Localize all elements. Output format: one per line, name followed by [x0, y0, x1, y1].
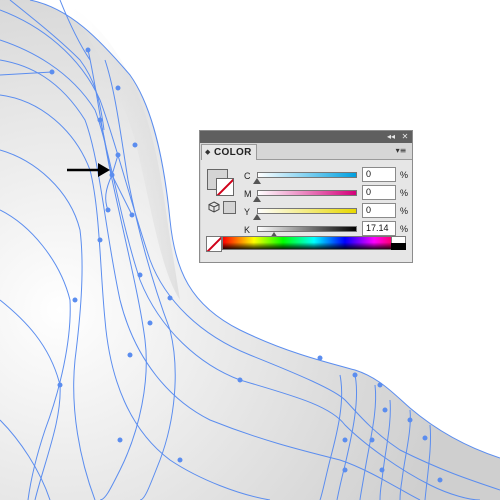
channel-label: M [244, 189, 252, 199]
none-color-swatch[interactable] [206, 236, 222, 252]
channel-slider-track[interactable] [257, 190, 357, 196]
panel-menu-icon[interactable]: ▾≡ [394, 146, 408, 156]
color-panel[interactable]: ◂◂ ✕ ◆ COLOR ▾≡ C 0% M 0% Y 0% K 17.14% [199, 130, 413, 263]
channel-label: C [244, 171, 251, 181]
color-panel-body: C 0% M 0% Y 0% K 17.14% [201, 160, 412, 262]
tab-toggle-icon[interactable]: ◆ [205, 145, 210, 160]
channel-value-input[interactable]: 0 [362, 203, 396, 218]
tab-color[interactable]: ◆ COLOR [201, 144, 257, 160]
panel-title-bar[interactable]: ◂◂ ✕ [200, 131, 412, 143]
tab-label: COLOR [214, 147, 252, 158]
percent-unit: % [400, 170, 409, 180]
color-spectrum-bar[interactable] [222, 236, 406, 250]
channel-value-input[interactable]: 0 [362, 185, 396, 200]
collapse-panel-icon[interactable]: ◂◂ [386, 132, 396, 142]
channel-slider-track[interactable] [257, 208, 357, 214]
channel-value-input[interactable]: 17.14 [362, 221, 396, 236]
percent-unit: % [400, 224, 409, 234]
channel-slider-thumb[interactable] [253, 214, 261, 220]
black-swatch[interactable] [391, 243, 406, 250]
close-panel-icon[interactable]: ✕ [400, 132, 410, 142]
white-swatch[interactable] [391, 236, 406, 243]
channel-label: Y [244, 207, 251, 217]
channel-slider-thumb[interactable] [253, 178, 261, 184]
channel-label: K [244, 225, 251, 235]
percent-unit: % [400, 188, 409, 198]
percent-unit: % [400, 206, 409, 216]
channel-slider-track[interactable] [257, 172, 357, 178]
none-slash [207, 237, 221, 251]
channel-slider-thumb[interactable] [253, 196, 261, 202]
channel-value-input[interactable]: 0 [362, 167, 396, 182]
